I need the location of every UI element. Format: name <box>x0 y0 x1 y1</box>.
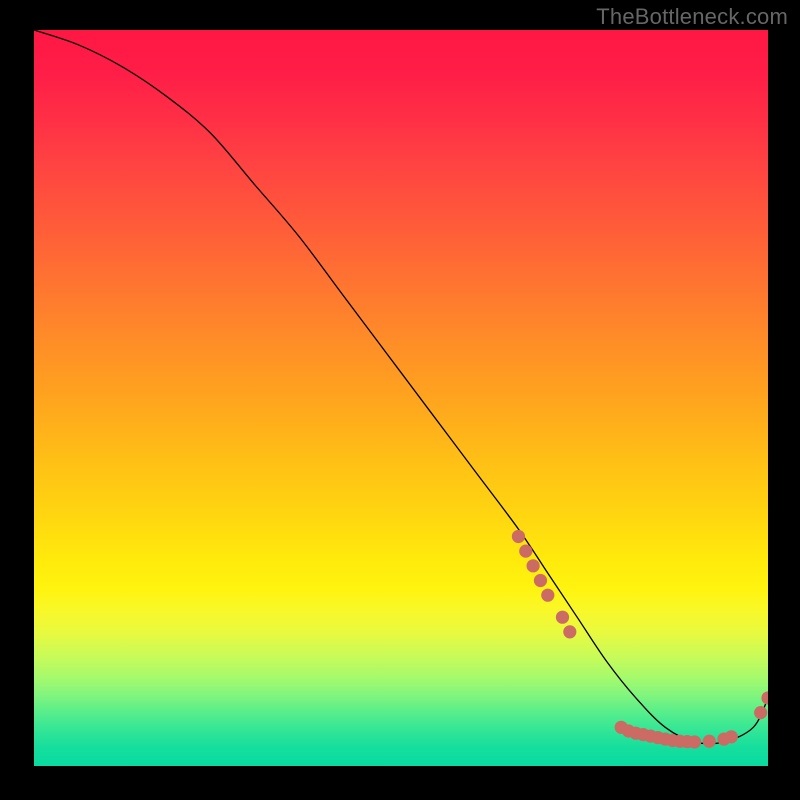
background-gradient <box>34 30 768 766</box>
chart-frame: TheBottleneck.com <box>0 0 800 800</box>
plot-area <box>34 30 768 766</box>
watermark-text: TheBottleneck.com <box>596 4 788 30</box>
